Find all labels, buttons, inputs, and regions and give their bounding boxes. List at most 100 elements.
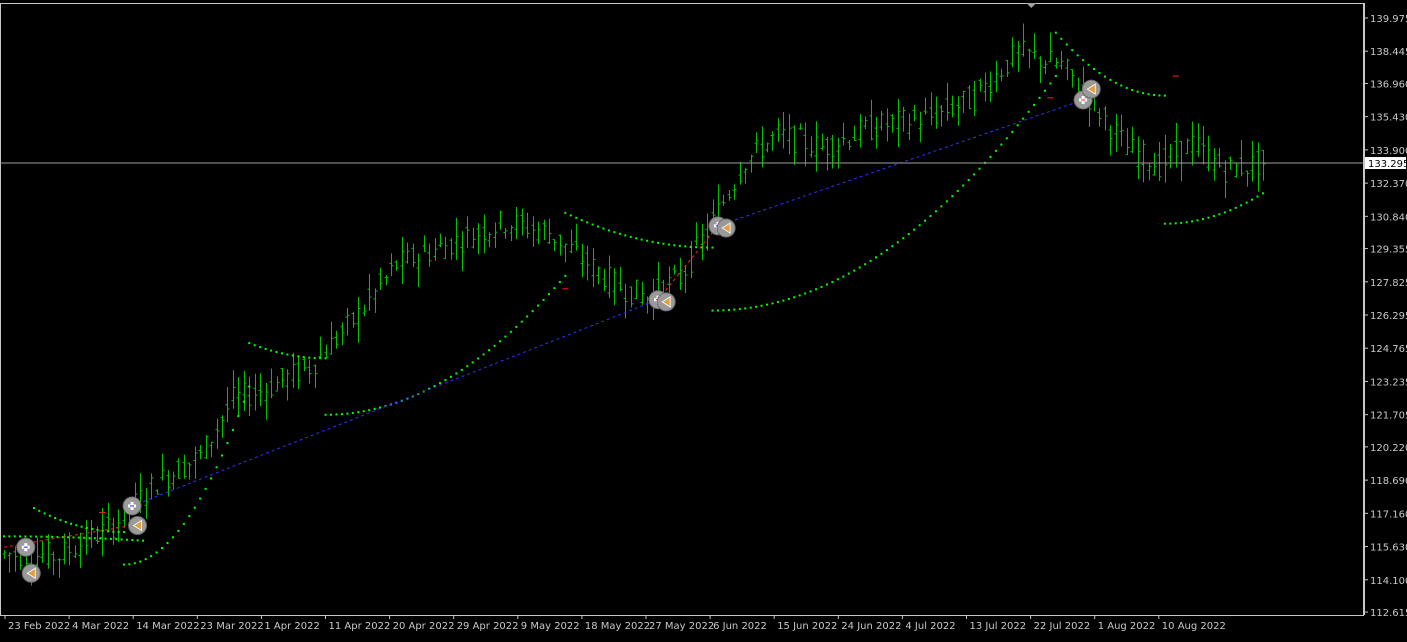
- price-bar: [705, 213, 710, 251]
- sar-dot: [716, 309, 719, 312]
- plot-area[interactable]: [0, 3, 1364, 616]
- sar-dot: [3, 535, 5, 538]
- sar-dot: [488, 349, 491, 352]
- price-axis-label: 132.370: [1370, 179, 1407, 190]
- close-signal-marker[interactable]: [656, 292, 676, 312]
- price-bar: [743, 167, 748, 184]
- sar-dot: [548, 293, 550, 296]
- price-bar: [1119, 114, 1124, 147]
- price-bar: [738, 161, 743, 185]
- price-bar: [46, 534, 51, 569]
- price-bar: [405, 242, 410, 264]
- price-axis-label: 133.900: [1370, 146, 1407, 157]
- sar-dot: [711, 246, 714, 249]
- price-bar: [318, 336, 323, 359]
- sar-dot: [29, 535, 32, 538]
- price-bar: [1070, 69, 1075, 88]
- price-bar: [35, 537, 40, 569]
- time-axis-label: 23 Feb 2022: [8, 621, 70, 632]
- sar-dot: [75, 524, 78, 527]
- time-axis[interactable]: 23 Feb 2022 4 Mar 2022 14 Mar 2022 23 Mar 2…: [0, 615, 1364, 632]
- price-bar: [498, 210, 503, 230]
- price-bar: [700, 224, 705, 261]
- price-bar: [57, 558, 62, 578]
- price-bar: [1054, 57, 1059, 69]
- price-bar: [236, 377, 241, 416]
- sar-dot: [902, 237, 905, 240]
- price-axis[interactable]: 139.975 138.445 136.960 135.430 133.900 132.3…: [1364, 3, 1407, 619]
- price-bar: [1114, 113, 1119, 153]
- sar-dot: [308, 356, 311, 359]
- plus-icon-core: [23, 546, 28, 548]
- price-chart[interactable]: 139.975 138.445 136.960 135.430 133.900 132.3…: [0, 0, 1407, 638]
- buy-trend-line: [131, 299, 659, 507]
- price-axis-label: 130.840: [1370, 212, 1407, 223]
- sar-dot: [929, 215, 932, 218]
- price-bar: [563, 243, 568, 263]
- sar-dot: [1109, 78, 1112, 81]
- price-bar: [1190, 121, 1195, 166]
- sar-dot: [109, 537, 112, 540]
- price-bar: [961, 90, 966, 113]
- sar-dot: [973, 173, 976, 176]
- close-signal-marker[interactable]: [21, 563, 41, 583]
- sar-dot: [1174, 222, 1177, 225]
- price-bar: [901, 106, 906, 132]
- sar-dot: [1082, 59, 1085, 62]
- sar-dot: [651, 240, 654, 243]
- sar-dot: [351, 411, 354, 414]
- sar-dot: [575, 216, 578, 219]
- price-bar: [231, 370, 236, 409]
- sar-dot: [793, 296, 796, 299]
- price-bar: [978, 78, 983, 92]
- close-signal-marker[interactable]: [716, 218, 736, 238]
- sar-dot: [275, 351, 278, 354]
- price-bar: [1201, 126, 1206, 165]
- sar-dot: [689, 245, 692, 248]
- price-axis-label: 129.355: [1370, 245, 1407, 256]
- sar-dot: [564, 211, 567, 214]
- sar-dot: [1076, 54, 1079, 57]
- price-bar: [367, 273, 372, 311]
- price-bar: [465, 216, 470, 249]
- sar-dot: [1114, 81, 1117, 84]
- price-bar: [967, 85, 972, 110]
- price-bar: [62, 533, 67, 565]
- price-bar: [770, 131, 775, 151]
- sar-dot: [313, 357, 316, 360]
- sar-dot: [324, 413, 327, 416]
- sar-dot: [139, 560, 142, 563]
- price-bar: [732, 184, 737, 200]
- chart-canvas[interactable]: 139.975 138.445 136.960 135.430 133.900 132.3…: [0, 0, 1407, 638]
- window-marker-icon[interactable]: [1026, 3, 1037, 8]
- buy-signal-marker[interactable]: [122, 496, 142, 516]
- price-bar: [73, 545, 78, 559]
- price-bar: [596, 266, 601, 285]
- price-bar: [542, 219, 547, 241]
- price-bar: [1032, 33, 1037, 60]
- sar-dot: [1043, 89, 1046, 92]
- sar-dot: [1169, 222, 1172, 225]
- buy-signal-marker[interactable]: [16, 537, 36, 557]
- time-axis-label: 14 Mar 2022: [136, 621, 199, 632]
- price-bar: [934, 96, 939, 129]
- sar-dot: [913, 228, 916, 231]
- sar-dot: [155, 551, 158, 554]
- price-bar: [416, 253, 421, 288]
- price-bar: [345, 307, 350, 336]
- price-bar: [193, 446, 198, 479]
- sar-dot: [1071, 49, 1074, 52]
- sar-dot: [40, 535, 43, 538]
- sar-dot: [215, 466, 218, 469]
- price-bar: [939, 105, 944, 127]
- sar-dot: [853, 269, 856, 272]
- sar-dot: [493, 344, 496, 347]
- sar-dot: [237, 415, 240, 418]
- sar-dot: [1011, 130, 1014, 133]
- close-signal-marker[interactable]: [1081, 79, 1101, 99]
- sar-dot: [967, 179, 970, 182]
- price-bar: [106, 502, 111, 532]
- close-signal-marker[interactable]: [128, 515, 148, 535]
- sar-dot: [99, 537, 102, 540]
- price-bar: [1185, 138, 1190, 155]
